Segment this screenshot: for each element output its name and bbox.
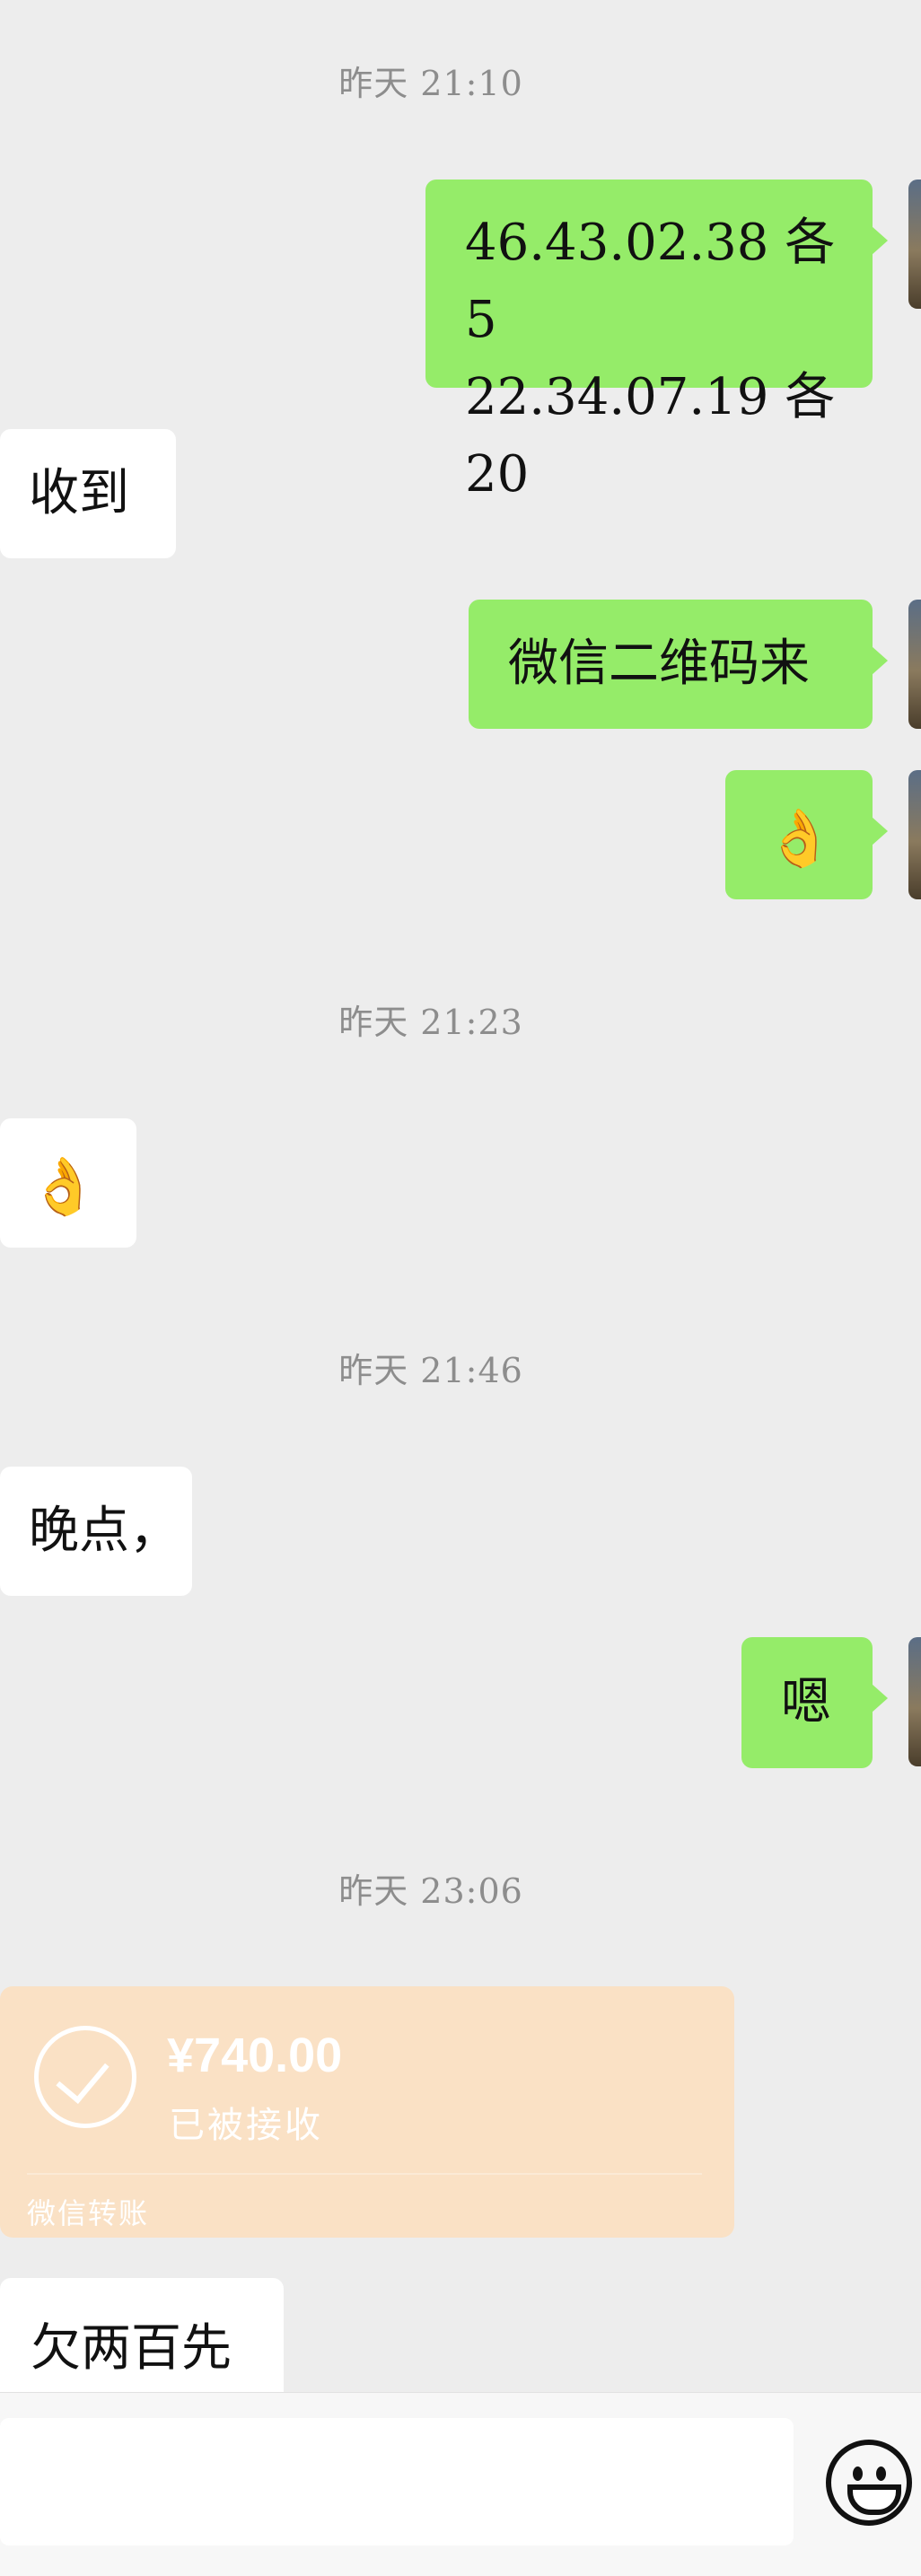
avatar[interactable] [908,1637,921,1766]
avatar[interactable] [908,180,921,309]
input-bar [0,2392,921,2576]
message-text: 晚点， [29,1502,180,1560]
incoming-message[interactable]: 欠两百先 [0,2278,284,2392]
check-circle-icon [34,2026,136,2128]
incoming-message[interactable]: 晚点， [0,1467,192,1596]
outgoing-message[interactable]: 46.43.02.38 各 5 22.34.07.19 各 20 [425,180,888,504]
message-text: 微信二维码来 [508,635,810,693]
timestamp: 昨天 21:10 [338,64,523,103]
message-text: 收到 [29,464,129,522]
timestamp: 昨天 21:23 [338,1003,523,1042]
smiley-eye [876,2466,886,2481]
transfer-card[interactable]: ¥740.00 已被接收 微信转账 [0,1986,734,2238]
avatar[interactable] [908,600,921,729]
transfer-status: 已被接收 [169,2105,323,2146]
message-input[interactable] [0,2418,794,2545]
ok-hand-icon: 👌 [765,805,835,871]
incoming-message[interactable]: 收到 [0,429,176,558]
smiley-face-icon[interactable] [826,2440,912,2526]
avatar[interactable] [908,770,921,899]
outgoing-message[interactable]: 嗯 [741,1637,888,1768]
transfer-amount: ¥740.00 [167,2028,343,2082]
smiley-eye [853,2466,863,2481]
outgoing-message[interactable]: 👌 [725,770,888,899]
smiley-mouth [847,2484,901,2515]
timestamp: 昨天 21:46 [338,1351,523,1390]
message-text: 嗯 [781,1673,831,1731]
message-line: 46.43.02.38 各 5 [465,214,836,349]
incoming-message[interactable]: 👌 [0,1118,136,1248]
ok-hand-icon: 👌 [29,1153,99,1219]
message-line: 22.34.07.19 各 20 [465,368,836,504]
divider [27,2173,702,2175]
timestamp: 昨天 23:06 [338,1871,523,1911]
chat-area[interactable]: 昨天 21:10 46.43.02.38 各 5 22.34.07.19 各 2… [0,0,921,2392]
message-text: 欠两百先 [31,2319,232,2378]
outgoing-message[interactable]: 微信二维码来 [469,600,888,729]
transfer-footer: 微信转账 [27,2196,150,2230]
